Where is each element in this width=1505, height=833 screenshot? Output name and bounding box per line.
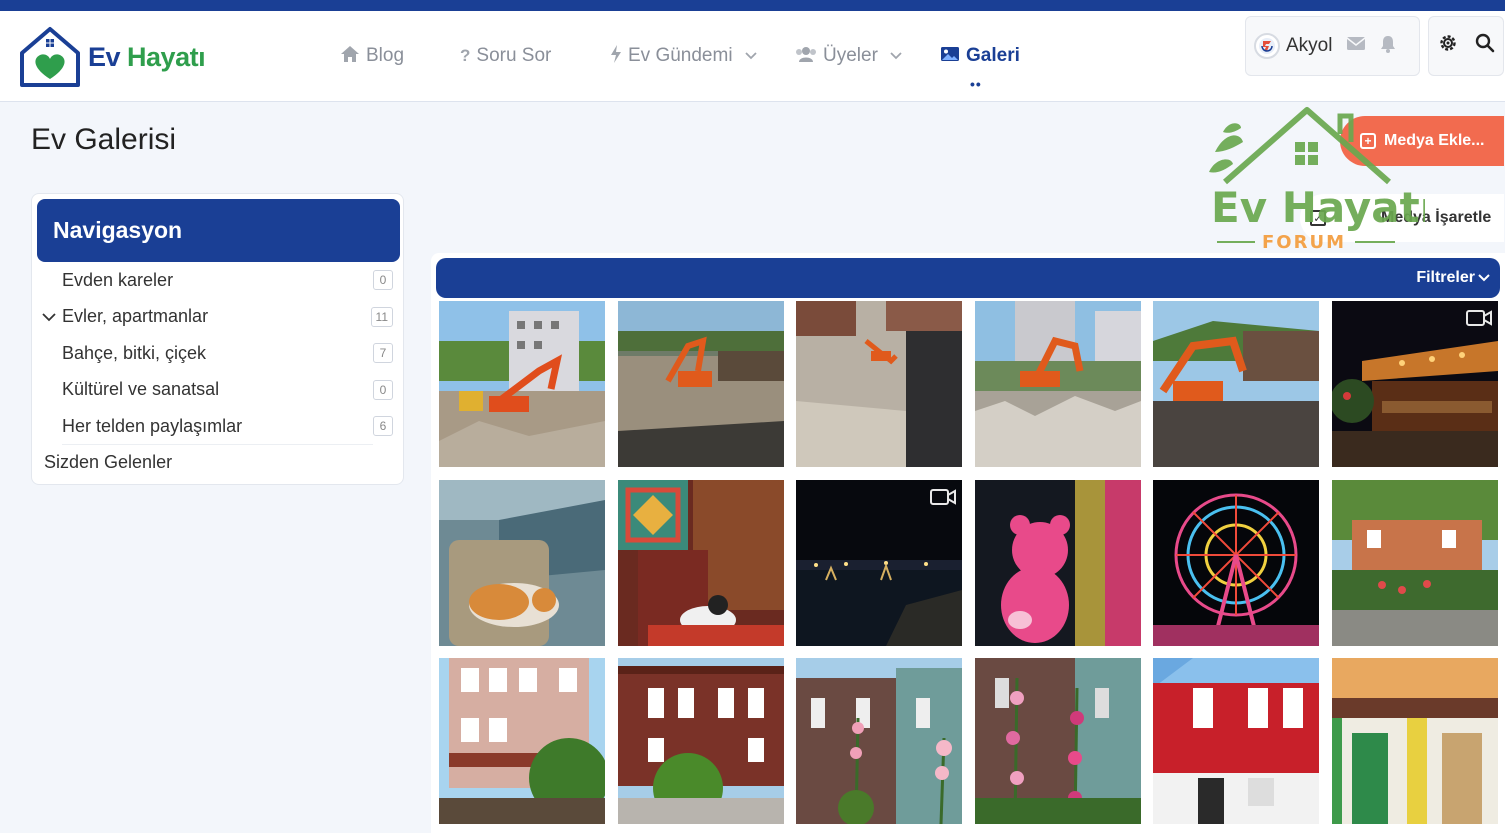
media-thumbnail[interactable] xyxy=(617,301,784,467)
category-item-her-telden-paylasimlar[interactable]: Her telden paylaşımlar 6 xyxy=(32,408,403,445)
plus-icon: + xyxy=(1360,133,1376,149)
chevron-down-icon xyxy=(1478,274,1490,282)
item-count-badge: 6 xyxy=(373,416,393,437)
home-icon xyxy=(340,45,360,68)
image-icon xyxy=(940,46,960,67)
media-thumbnail[interactable] xyxy=(1331,301,1498,467)
media-thumbnail[interactable] xyxy=(439,479,605,646)
media-thumbnail[interactable] xyxy=(796,479,962,646)
chevron-down-icon xyxy=(744,49,757,63)
media-thumbnail[interactable] xyxy=(1153,479,1319,646)
filters-button[interactable]: Filtreler xyxy=(1416,269,1490,287)
media-image xyxy=(1153,479,1319,646)
nav-item-ev-gundemi[interactable]: Ev Gündemi xyxy=(610,41,757,71)
media-thumbnail[interactable] xyxy=(974,658,1141,824)
media-thumbnail[interactable] xyxy=(796,658,962,824)
video-camera-icon xyxy=(1465,309,1492,327)
nav-item-blog[interactable]: Blog xyxy=(340,41,404,71)
media-image xyxy=(974,301,1141,467)
add-media-button[interactable]: + Medya Ekle... xyxy=(1340,116,1504,166)
item-count-badge: 11 xyxy=(370,306,393,327)
sidebar-heading: Navigasyon xyxy=(37,199,400,262)
category-item-bahce-bitki-cicek[interactable]: Bahçe, bitki, çiçek 7 xyxy=(32,335,403,372)
checkbox-icon: ✓ xyxy=(1310,210,1326,226)
media-image xyxy=(1331,658,1498,824)
media-image xyxy=(974,658,1141,824)
chevron-down-icon xyxy=(890,49,902,63)
media-image xyxy=(1153,301,1319,467)
sidebar-navigation: Navigasyon Evden kareler 0 Evler, apartm… xyxy=(31,193,404,485)
envelope-icon[interactable] xyxy=(1346,36,1366,56)
media-thumbnail[interactable] xyxy=(1331,479,1498,646)
media-thumbnail[interactable] xyxy=(1331,658,1498,824)
media-thumbnail[interactable] xyxy=(974,301,1141,467)
category-item-kulturel-ve-sanatsal[interactable]: Kültürel ve sanatsal 0 xyxy=(32,372,403,409)
search-icon[interactable] xyxy=(1475,33,1495,59)
filter-bar: Filtreler xyxy=(436,258,1500,298)
site-logo[interactable]: Ev Hayatı xyxy=(18,25,218,89)
user-avatar[interactable] xyxy=(1254,33,1280,59)
media-image xyxy=(1153,658,1319,824)
nav-item-galeri[interactable]: Galeri xyxy=(940,41,1020,71)
media-image xyxy=(1331,479,1498,646)
tools-box xyxy=(1428,16,1504,76)
media-thumbnail[interactable] xyxy=(974,479,1141,646)
bell-icon[interactable] xyxy=(1380,35,1396,58)
top-accent-stripe xyxy=(0,0,1505,11)
item-count-badge: 7 xyxy=(373,343,393,364)
logo-text: Ev Hayatı xyxy=(88,41,206,72)
media-thumbnail[interactable] xyxy=(796,301,962,467)
media-image xyxy=(796,301,962,467)
media-image xyxy=(617,301,784,467)
category-item-evden-kareler[interactable]: Evden kareler 0 xyxy=(32,262,403,299)
media-thumbnail[interactable] xyxy=(439,301,605,467)
nav-item-uyeler[interactable]: Üyeler xyxy=(795,41,902,71)
media-thumbnail[interactable] xyxy=(617,479,784,646)
item-count-badge: 0 xyxy=(373,379,393,400)
media-image xyxy=(974,479,1141,646)
category-item-sizden-gelenler[interactable]: Sizden Gelenler xyxy=(32,445,403,482)
logo-house-icon xyxy=(20,27,80,87)
gear-icon[interactable] xyxy=(1438,33,1458,59)
username[interactable]: Akyol xyxy=(1286,35,1332,57)
mark-media-button[interactable]: ✓ Medya İşaretle xyxy=(1300,194,1504,242)
category-list: Evden kareler 0 Evler, apartmanlar 11 Ba… xyxy=(32,262,403,481)
media-image xyxy=(439,479,605,646)
media-thumbnail[interactable] xyxy=(439,658,605,824)
chevron-down-icon[interactable] xyxy=(42,309,56,325)
video-camera-icon xyxy=(930,488,956,506)
user-menu: Akyol xyxy=(1245,16,1420,76)
media-thumbnail[interactable] xyxy=(1153,658,1319,824)
media-image xyxy=(796,658,962,824)
media-thumbnail[interactable] xyxy=(617,658,784,824)
item-count-badge: 0 xyxy=(373,270,393,291)
media-thumbnail[interactable] xyxy=(1153,301,1319,467)
category-item-evler-apartmanlar[interactable]: Evler, apartmanlar 11 xyxy=(32,299,403,336)
bolt-icon xyxy=(610,44,622,68)
media-image xyxy=(439,301,605,467)
page-title: Ev Galerisi xyxy=(31,123,177,156)
nav-item-soru-sor[interactable]: ? Soru Sor xyxy=(460,41,551,71)
question-icon: ? xyxy=(460,46,471,65)
users-icon xyxy=(795,46,817,67)
media-image xyxy=(439,658,605,824)
active-nav-indicator: •• xyxy=(970,76,982,92)
media-image xyxy=(617,658,784,824)
media-image xyxy=(617,479,784,646)
